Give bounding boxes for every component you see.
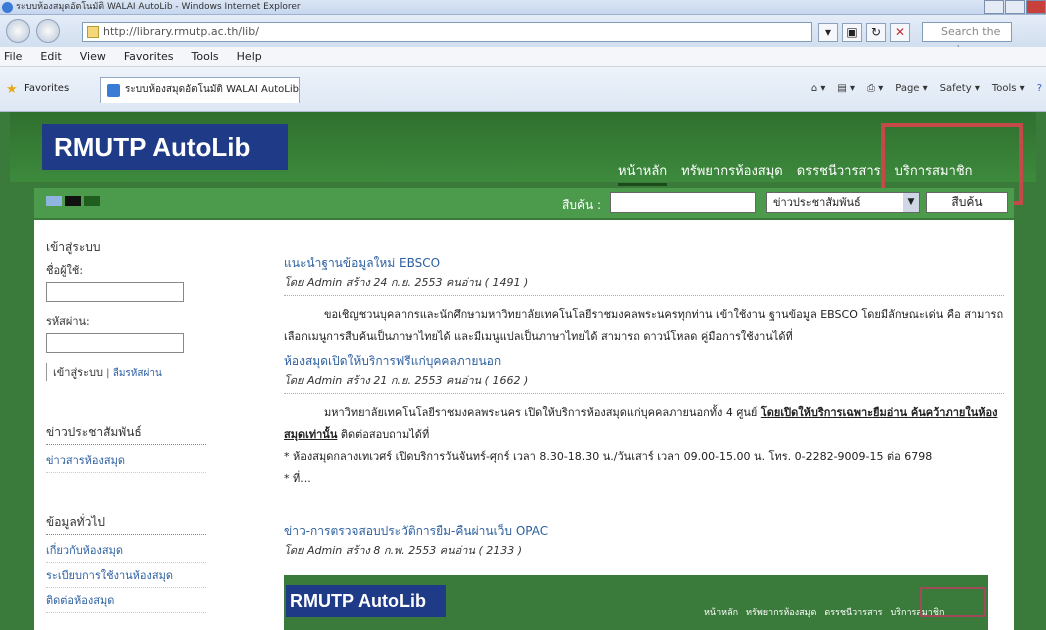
window-titlebar: ระบบห้องสมุดอัตโนมัติ WALAI AutoLib - Wi… (0, 0, 1046, 15)
web-page: RMUTP AutoLib หน้าหลัก ทรัพยากรห้องสมุด … (0, 112, 1046, 630)
menu-help[interactable]: Help (237, 47, 262, 66)
news-link-library[interactable]: ข่าวสารห้องสมุด (46, 448, 206, 473)
browser-tab[interactable]: ระบบห้องสมุดอัตโนมัติ WALAI AutoLib (100, 77, 300, 103)
article-opac: ข่าว-การตรวจสอบประวัติการยืม-คืนผ่านเว็บ… (284, 522, 1004, 563)
info-title: ข้อมูลทั่วไป (46, 513, 206, 535)
article-meta: โดย Admin สร้าง 8 ก.พ. 2553 คนอ่าน ( 213… (284, 544, 523, 557)
print-icon[interactable]: ⎙ ▾ (867, 83, 883, 94)
favorites-label[interactable]: Favorites (24, 83, 69, 94)
ie-logo-icon (2, 2, 13, 13)
address-bar: http://library.rmutp.ac.th/lib/ ▾ ▣ ↻ ✕ … (0, 15, 1046, 56)
embedded-screenshot: RMUTP AutoLib หน้าหลัก ทรัพยากรห้องสมุด … (284, 575, 988, 630)
login-links: เข้าสู่ระบบ | ลืมรหัสผ่าน (46, 363, 206, 381)
search-label: สืบค้น : (562, 198, 602, 212)
tab-title: ระบบห้องสมุดอัตโนมัติ WALAI AutoLib (125, 84, 299, 95)
embedded-nav-item: หน้าหลัก (704, 608, 739, 618)
window-title: ระบบห้องสมุดอัตโนมัติ WALAI AutoLib - Wi… (16, 2, 301, 12)
nav-home[interactable]: หน้าหลัก (618, 160, 668, 186)
swatch-green[interactable] (84, 196, 100, 206)
address-tools: ▾ ▣ ↻ ✕ (818, 23, 910, 42)
menu-view[interactable]: View (80, 47, 106, 66)
article-body: ขอเชิญชวนบุคลากรและนักศึกษามหาวิทยาลัยเท… (284, 308, 1004, 343)
username-field[interactable] (46, 282, 184, 302)
help-icon[interactable]: ? (1037, 83, 1042, 94)
content-area: เข้าสู่ระบบ ชื่อผู้ใช้: รหัสผ่าน: เข้าสู… (34, 220, 1014, 630)
info-link-contact[interactable]: ติดต่อห้องสมุด (46, 588, 206, 613)
embedded-nav-item: ทรัพยากรห้องสมุด (746, 608, 817, 618)
article-title[interactable]: แนะนำฐานข้อมูลใหม่ EBSCO (284, 254, 1004, 273)
forward-icon[interactable] (36, 19, 60, 43)
embedded-nav-item: ดรรชนีวารสาร (824, 608, 883, 618)
nav-resources[interactable]: ทรัพยากรห้องสมุด (681, 160, 783, 186)
refresh-icon[interactable]: ↻ (866, 23, 886, 42)
menu-edit[interactable]: Edit (40, 47, 61, 66)
article-meta: โดย Admin สร้าง 21 ก.ย. 2553 คนอ่าน ( 16… (284, 371, 1004, 394)
article-body-line: * ห้องสมุดกลางเทเวศร์ เปิดบริการวันจันทร… (284, 450, 933, 463)
menu-favorites[interactable]: Favorites (124, 47, 174, 66)
article-title[interactable]: ข่าว-การตรวจสอบประวัติการยืม-คืนผ่านเว็บ… (284, 522, 1004, 541)
dropdown-icon[interactable]: ▾ (818, 23, 838, 42)
embedded-nav: หน้าหลัก ทรัพยากรห้องสมุด ดรรชนีวารสาร บ… (704, 605, 944, 619)
page-menu[interactable]: Page ▾ (895, 83, 927, 94)
menu-bar: File Edit View Favorites Tools Help (0, 47, 1046, 67)
login-title: เข้าสู่ระบบ (46, 240, 101, 254)
sidebar: เข้าสู่ระบบ ชื่อผู้ใช้: รหัสผ่าน: เข้าสู… (46, 238, 206, 613)
news-title: ข่าวประชาสัมพันธ์ (46, 423, 206, 445)
nav-journal-index[interactable]: ดรรชนีวารสาร (797, 160, 881, 186)
close-button[interactable] (1026, 0, 1046, 14)
info-link-about[interactable]: เกี่ยวกับห้องสมุด (46, 538, 206, 563)
search-button[interactable]: สืบค้น (926, 192, 1008, 213)
tools-menu[interactable]: Tools ▾ (992, 83, 1025, 94)
favorites-star-icon[interactable]: ★ (6, 82, 18, 97)
article-ebsco: แนะนำฐานข้อมูลใหม่ EBSCO โดย Admin สร้าง… (284, 254, 1004, 348)
page-icon (87, 26, 99, 38)
maximize-button[interactable] (1005, 0, 1025, 14)
theme-swatches (46, 196, 100, 206)
favorites-bar: ★ Favorites ระบบห้องสมุดอัตโนมัติ WALAI … (0, 67, 1046, 112)
info-link-rules[interactable]: ระเบียบการใช้งานห้องสมุด (46, 563, 206, 588)
feeds-icon[interactable]: ▤ ▾ (837, 83, 855, 94)
back-icon[interactable] (6, 19, 30, 43)
minimize-button[interactable] (984, 0, 1004, 14)
swatch-black[interactable] (65, 196, 81, 206)
main-content: แนะนำฐานข้อมูลใหม่ EBSCO โดย Admin สร้าง… (284, 254, 1004, 571)
embedded-logo: RMUTP AutoLib (286, 585, 446, 617)
stop-icon[interactable]: ✕ (890, 23, 910, 42)
article-public-service: ห้องสมุดเปิดให้บริการฟรีแก่บุคคลภายนอก โ… (284, 352, 1004, 490)
embedded-highlight-box (920, 587, 986, 617)
search-row: สืบค้น : ข่าวประชาสัมพันธ์ ▼ สืบค้น (34, 188, 1014, 218)
command-bar: ⌂ ▾ ▤ ▾ ⎙ ▾ Page ▾ Safety ▾ Tools ▾ ? (811, 83, 1042, 94)
tab-favicon-icon (107, 84, 120, 97)
search-category-value: ข่าวประชาสัมพันธ์ (773, 196, 861, 209)
password-label: รหัสผ่าน: (46, 315, 90, 328)
swatch-blue[interactable] (46, 196, 62, 206)
site-header: RMUTP AutoLib หน้าหลัก ทรัพยากรห้องสมุด … (10, 112, 1036, 205)
safety-menu[interactable]: Safety ▾ (940, 83, 980, 94)
info-section: ข้อมูลทั่วไป เกี่ยวกับห้องสมุด ระเบียบกา… (46, 513, 206, 613)
forgot-password-link[interactable]: ลืมรหัสผ่าน (113, 368, 162, 379)
home-icon[interactable]: ⌂ ▾ (811, 83, 826, 94)
article-body-text: มหาวิทยาลัยเทคโนโลยีราชมงคลพระนคร เปิดให… (324, 406, 758, 419)
window-controls (983, 0, 1046, 14)
article-title[interactable]: ห้องสมุดเปิดให้บริการฟรีแก่บุคคลภายนอก (284, 352, 1004, 371)
search-category-select[interactable]: ข่าวประชาสัมพันธ์ ▼ (766, 192, 920, 213)
article-meta: โดย Admin สร้าง 24 ก.ย. 2553 คนอ่าน ( 14… (284, 273, 1004, 296)
news-section: ข่าวประชาสัมพันธ์ ข่าวสารห้องสมุด (46, 423, 206, 473)
chevron-down-icon: ▼ (903, 193, 919, 212)
site-logo[interactable]: RMUTP AutoLib (42, 124, 288, 170)
web-search-input[interactable]: Search the web (922, 22, 1012, 56)
compatibility-icon[interactable]: ▣ (842, 23, 862, 42)
article-more[interactable]: * ที่... (284, 468, 1004, 490)
menu-file[interactable]: File (4, 47, 22, 66)
url-input[interactable]: http://library.rmutp.ac.th/lib/ (82, 22, 812, 42)
article-body: มหาวิทยาลัยเทคโนโลยีราชมงคลพระนคร เปิดให… (284, 402, 1004, 446)
article-body-tail: ติดต่อสอบถามได้ที่ (340, 428, 430, 441)
site-search-input[interactable] (610, 192, 756, 213)
url-text: http://library.rmutp.ac.th/lib/ (103, 25, 259, 38)
menu-tools[interactable]: Tools (192, 47, 219, 66)
username-label: ชื่อผู้ใช้: (46, 264, 84, 277)
password-field[interactable] (46, 333, 184, 353)
login-link[interactable]: เข้าสู่ระบบ (53, 366, 103, 379)
